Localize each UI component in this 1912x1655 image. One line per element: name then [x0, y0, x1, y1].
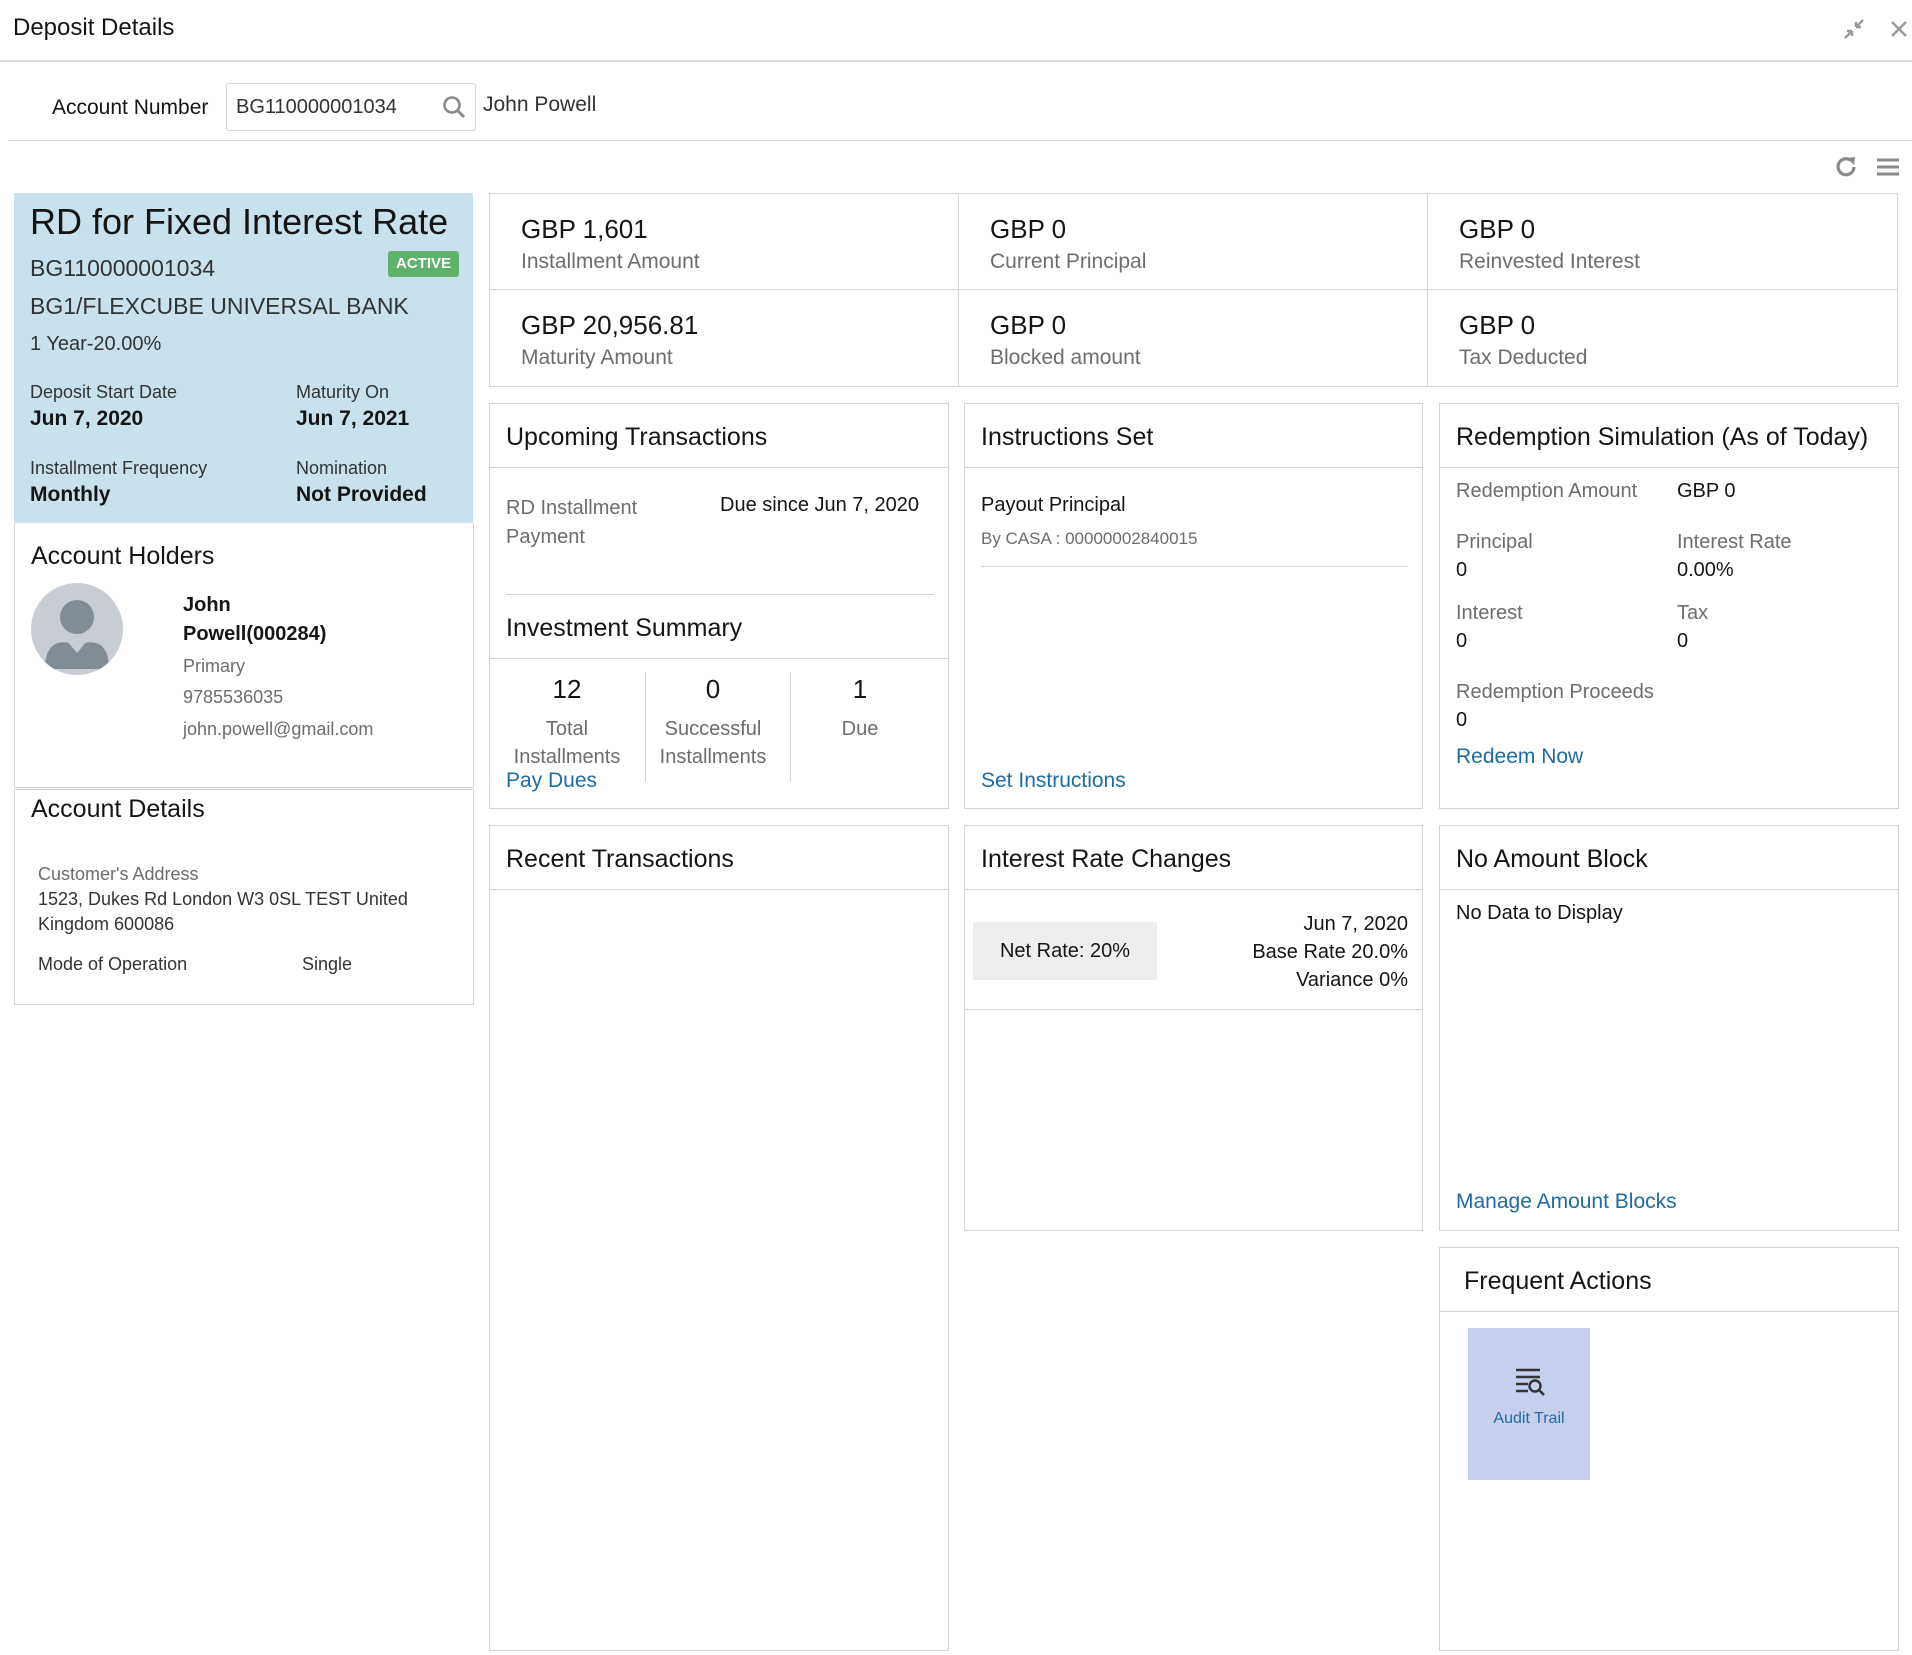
tile-reinvested-interest: GBP 0 Reinvested Interest — [1428, 194, 1897, 290]
stat-due: 1 Due — [841, 674, 879, 740]
frequency-label: Installment Frequency — [30, 458, 208, 478]
frequent-actions-panel: Frequent Actions Audit Trail — [1439, 1247, 1899, 1651]
audit-trail-button[interactable]: Audit Trail — [1468, 1328, 1590, 1480]
holder-role: Primary — [183, 656, 245, 676]
redeem-now-link[interactable]: Redeem Now — [1456, 745, 1583, 769]
net-rate-chip: Net Rate: 20% — [973, 922, 1157, 980]
nomination-label: Nomination — [296, 458, 388, 478]
account-details-title: Account Details — [31, 795, 205, 823]
account-bar-divider — [8, 140, 1912, 141]
investment-summary-title: Investment Summary — [506, 614, 743, 642]
divider — [965, 1009, 1422, 1010]
header-divider — [0, 60, 1912, 62]
interest-label: Interest — [1456, 602, 1523, 624]
refresh-icon[interactable] — [1831, 152, 1861, 182]
proceeds-label: Redemption Proceeds — [1456, 681, 1654, 703]
pay-dues-link[interactable]: Pay Dues — [506, 769, 597, 793]
principal-label: Principal — [1456, 531, 1533, 553]
set-instructions-link[interactable]: Set Instructions — [981, 769, 1126, 793]
stat-total-installments: 12 Total Installments — [513, 674, 621, 768]
redemption-amount-label: Redemption Amount — [1456, 480, 1638, 502]
upcoming-transactions-panel: Upcoming Transactions RD Installment Pay… — [489, 403, 949, 809]
amount-block-panel: No Amount Block No Data to Display Manag… — [1439, 825, 1899, 1231]
holder-name: John Powell(000284) — [183, 594, 327, 645]
frequency-value: Monthly — [30, 483, 111, 506]
upcoming-transactions-title: Upcoming Transactions — [506, 423, 768, 451]
tile-blocked-amount: GBP 0 Blocked amount — [959, 290, 1428, 386]
page-title: Deposit Details — [13, 14, 175, 41]
tile-installment-amount: GBP 1,601 Installment Amount — [490, 194, 959, 290]
nomination-value: Not Provided — [296, 483, 427, 506]
compress-icon[interactable] — [1841, 16, 1867, 42]
tile-tax-deducted: GBP 0 Tax Deducted — [1459, 310, 1588, 369]
interest-rate-changes-title: Interest Rate Changes — [981, 845, 1232, 873]
account-holders-panel: Account Holders John Powell(000284) Prim… — [14, 523, 474, 788]
account-details-panel: Account Details Customer's Address 1523,… — [14, 789, 474, 1005]
rate-change-details: Jun 7, 2020 Base Rate 20.0% Variance 0% — [1252, 913, 1408, 991]
account-number: BG110000001034 — [30, 255, 216, 281]
search-icon[interactable] — [441, 94, 467, 125]
start-date-value: Jun 7, 2020 — [30, 407, 144, 430]
instruction-title: Payout Principal — [981, 494, 1126, 516]
address-label: Customer's Address — [38, 864, 199, 884]
account-holders-title: Account Holders — [31, 542, 215, 570]
no-data-text: No Data to Display — [1456, 902, 1623, 924]
interest-rate-value: 0.00% — [1677, 559, 1734, 581]
interest-rate-label: Interest Rate — [1677, 531, 1792, 553]
divider — [981, 566, 1408, 567]
holder-phone: 9785536035 — [183, 687, 284, 707]
address-value: 1523, Dukes Rd London W3 0SL TEST United… — [38, 889, 408, 934]
frequent-actions-title: Frequent Actions — [1464, 1267, 1652, 1295]
audit-trail-icon — [1514, 1366, 1546, 1401]
customer-name: John Powell — [483, 93, 597, 116]
instructions-set-title: Instructions Set — [981, 423, 1154, 451]
proceeds-value: 0 — [1456, 709, 1468, 731]
tax-label: Tax — [1677, 602, 1709, 624]
mode-value: Single — [302, 954, 353, 974]
amount-block-title: No Amount Block — [1456, 845, 1648, 873]
start-date-label: Deposit Start Date — [30, 382, 178, 402]
account-number-label: Account Number — [52, 96, 209, 119]
interest-value: 0 — [1456, 630, 1468, 652]
instruction-subtitle: By CASA : 00000002840015 — [981, 529, 1198, 548]
audit-trail-label: Audit Trail — [1493, 1410, 1565, 1427]
summary-tiles: GBP 1,601 Installment Amount GBP 0 Curre… — [489, 193, 1898, 387]
close-icon[interactable] — [1886, 16, 1912, 42]
holder-email: john.powell@gmail.com — [183, 719, 374, 739]
tax-value: 0 — [1677, 630, 1689, 652]
upcoming-item-label: RD Installment Payment — [506, 497, 638, 548]
maturity-label: Maturity On — [296, 382, 390, 402]
bank-name: BG1/FLEXCUBE UNIVERSAL BANK — [30, 293, 409, 319]
upcoming-item-due: Due since Jun 7, 2020 — [720, 494, 920, 516]
hamburger-menu-icon[interactable] — [1873, 152, 1903, 182]
stat-successful-installments: 0 Successful Installments — [659, 674, 767, 768]
tile-maturity-amount: GBP 20,956.81 Maturity Amount — [490, 290, 959, 386]
deposit-term: 1 Year-20.00% — [30, 333, 162, 355]
recent-transactions-panel: Recent Transactions — [489, 825, 949, 1651]
account-number-value: BG110000001034 — [236, 96, 397, 118]
avatar — [31, 583, 123, 675]
account-summary-card: RD for Fixed Interest Rate BG11000000103… — [14, 193, 473, 523]
instructions-set-panel: Instructions Set Payout Principal By CAS… — [964, 403, 1423, 809]
status-badge: ACTIVE — [388, 251, 460, 277]
mode-label: Mode of Operation — [38, 954, 188, 974]
interest-rate-changes-panel: Interest Rate Changes Net Rate: 20% Jun … — [964, 825, 1423, 1231]
principal-value: 0 — [1456, 559, 1468, 581]
recent-transactions-title: Recent Transactions — [506, 845, 734, 873]
redemption-title: Redemption Simulation (As of Today) — [1456, 423, 1869, 451]
maturity-value: Jun 7, 2021 — [296, 407, 410, 430]
tile-current-principal: GBP 0 Current Principal — [959, 194, 1428, 290]
redemption-simulation-panel: Redemption Simulation (As of Today) Rede… — [1439, 403, 1899, 809]
account-number-input[interactable]: BG110000001034 — [226, 83, 476, 131]
redemption-amount-value: GBP 0 — [1677, 480, 1736, 502]
manage-amount-blocks-link[interactable]: Manage Amount Blocks — [1456, 1190, 1677, 1214]
product-title: RD for Fixed Interest Rate — [30, 201, 449, 242]
